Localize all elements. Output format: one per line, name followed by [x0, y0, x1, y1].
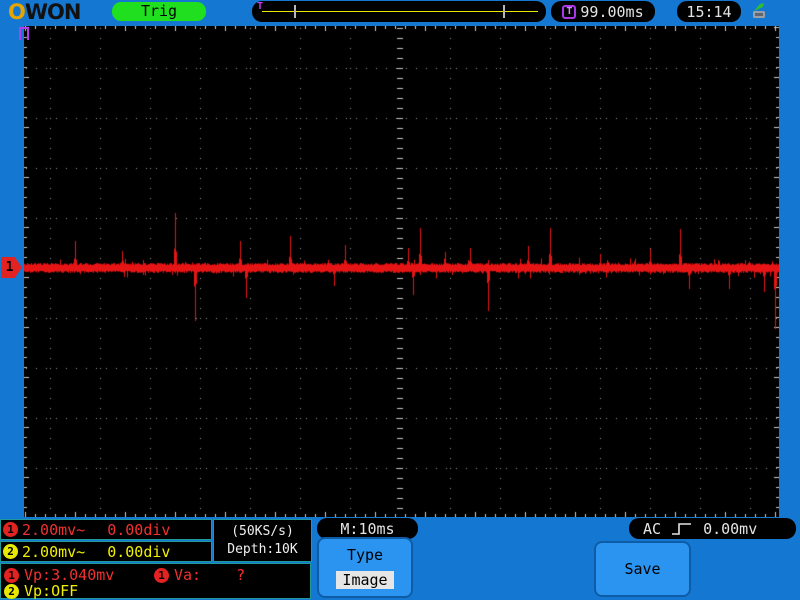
trigger-level: 0.00mv	[703, 519, 758, 538]
channel2-scale: 2.00mv~	[22, 542, 86, 561]
save-label: Save	[624, 560, 661, 578]
usb-disk-icon	[750, 3, 768, 24]
channel2-position: 0.00div	[107, 542, 171, 561]
save-button[interactable]: Save	[594, 541, 691, 597]
type-button[interactable]: Type Image	[317, 537, 413, 598]
rising-edge-icon	[671, 522, 693, 536]
trigger-position-marker: T	[257, 1, 264, 12]
channel1-zero-marker: 1	[1, 257, 22, 278]
meas-ch1-badge2: 1	[154, 567, 169, 583]
acquisition-info-box: (50KS/s) Depth:10K	[213, 519, 312, 562]
trigger-time-value: 99.00ms	[580, 2, 644, 21]
memory-depth: Depth:10K	[227, 542, 298, 558]
memory-window-line	[262, 11, 538, 12]
measurements-box: 1 Vp:3.040mv 1 Va: ? 2 Vp:OFF	[0, 563, 311, 600]
trigger-horizontal-marker	[19, 27, 29, 40]
trigger-time-readout: T 99.00ms	[551, 1, 655, 22]
trigger-coupling: AC	[643, 519, 662, 538]
timebase-readout: M:10ms	[317, 518, 418, 539]
oscilloscope-screen: OWON Trig T T 99.00ms 15:14 1 1 2.00mv~ …	[0, 0, 800, 600]
meas-ch2-badge: 2	[4, 583, 19, 599]
meas-ch1-va-value: ?	[236, 566, 246, 584]
channel1-position: 0.00div	[107, 520, 171, 539]
trigger-status-badge: Trig	[112, 2, 206, 21]
horizontal-position-bar: T	[252, 1, 546, 22]
channel2-badge: 2	[3, 544, 18, 559]
window-end-tick	[503, 5, 505, 18]
meas-ch2-vp: Vp:OFF	[24, 582, 79, 600]
trigger-icon: T	[562, 4, 577, 19]
clock: 15:14	[677, 1, 741, 22]
type-label: Type	[346, 546, 384, 564]
channel1-settings-box: 1 2.00mv~ 0.00div	[0, 519, 212, 540]
channel1-scale: 2.00mv~	[22, 520, 86, 539]
meas-ch1-va-label: Va:	[174, 566, 202, 584]
trigger-settings-readout: AC 0.00mv	[629, 518, 796, 539]
type-selected-value: Image	[336, 571, 394, 589]
channel2-settings-box: 2 2.00mv~ 0.00div	[0, 541, 212, 562]
owon-logo: OWON	[8, 0, 81, 24]
window-start-tick	[294, 5, 296, 18]
waveform-canvas	[24, 26, 779, 517]
channel1-badge: 1	[3, 522, 18, 537]
meas-ch1-badge: 1	[4, 567, 19, 583]
sample-rate: (50KS/s)	[231, 523, 294, 539]
waveform-display	[24, 26, 779, 517]
